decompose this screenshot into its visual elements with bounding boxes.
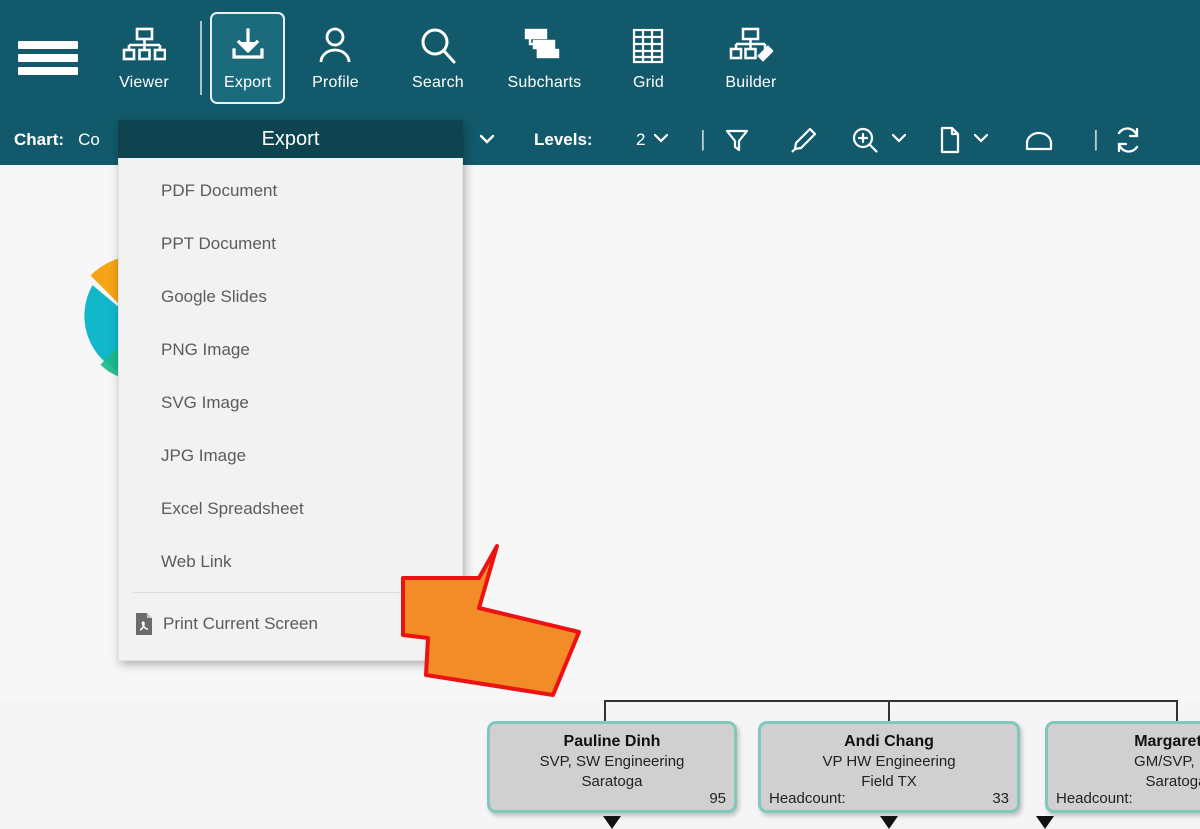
refresh-icon[interactable] xyxy=(1112,123,1144,157)
menu-item-pdf-document[interactable]: PDF Document xyxy=(119,164,462,217)
node-name: Pauline Dinh xyxy=(563,733,661,750)
export-dropdown-menu: Export PDF Document PPT Document Google … xyxy=(118,120,463,661)
node-headcount-label: Headcount: xyxy=(769,790,846,807)
node-expand-caret-icon[interactable] xyxy=(1036,816,1054,829)
toolbar-item-label: Grid xyxy=(632,74,664,91)
toolbar-item-grid[interactable]: Grid xyxy=(598,14,698,102)
node-headcount-label: Headcount: xyxy=(1056,790,1133,807)
chart-selector-chevron-down-icon[interactable] xyxy=(478,132,496,149)
node-location: Field TX xyxy=(861,773,917,790)
node-headcount-value: 95 xyxy=(709,790,726,807)
hide-icon[interactable] xyxy=(1022,123,1056,157)
menu-item-excel-spreadsheet[interactable]: Excel Spreadsheet xyxy=(119,482,462,535)
subcharts-icon xyxy=(522,23,566,69)
node-footer: Headcount: xyxy=(1048,790,1200,807)
node-headcount-value: 33 xyxy=(992,790,1009,807)
export-dropdown-header: Export xyxy=(118,120,463,158)
toolbar-divider: | xyxy=(700,126,706,151)
node-name: Margaret B xyxy=(1134,733,1200,750)
toolbar-item-search[interactable]: Search xyxy=(385,14,490,102)
toolbar-item-label: Viewer xyxy=(119,74,169,91)
levels-label: Levels: xyxy=(534,130,593,149)
zoom-in-icon[interactable] xyxy=(850,123,880,157)
toolbar-divider xyxy=(200,20,202,95)
toolbar-item-profile[interactable]: Profile xyxy=(285,14,385,102)
menu-item-google-slides[interactable]: Google Slides xyxy=(119,270,462,323)
menu-item-label: Google Slides xyxy=(161,286,267,306)
org-chart-icon xyxy=(122,23,166,69)
builder-icon xyxy=(729,23,773,69)
menu-item-label: SVG Image xyxy=(161,392,249,412)
pdf-file-icon xyxy=(133,611,155,637)
connector-vertical-1 xyxy=(604,700,606,722)
menu-item-label: PPT Document xyxy=(161,233,276,253)
page-icon[interactable] xyxy=(936,123,964,157)
toolbar-item-export[interactable]: Export xyxy=(210,11,286,104)
menu-item-png-image[interactable]: PNG Image xyxy=(119,323,462,376)
highlighter-icon[interactable] xyxy=(788,123,818,157)
node-footer: Headcount: 33 xyxy=(761,790,1017,807)
org-node-card[interactable]: Pauline Dinh SVP, SW Engineering Saratog… xyxy=(487,721,737,829)
toolbar-item-label: Builder xyxy=(725,74,777,91)
main-toolbar: Viewer Export Profile Search Subcharts G… xyxy=(0,0,1200,115)
connector-horizontal xyxy=(605,700,1177,702)
toolbar-item-label: Export xyxy=(224,74,272,91)
connector-vertical-3 xyxy=(1176,700,1178,722)
toolbar-item-label: Profile xyxy=(312,74,359,91)
filter-icon[interactable] xyxy=(722,123,752,157)
toolbar-item-label: Search xyxy=(412,74,464,91)
org-node-card[interactable]: Margaret B GM/SVP, De Saratoga Headcount… xyxy=(1036,721,1200,829)
menu-item-label: PNG Image xyxy=(161,339,250,359)
menu-item-print-current-screen[interactable]: Print Current Screen xyxy=(119,597,462,650)
menu-item-web-link[interactable]: Web Link xyxy=(119,535,462,588)
toolbar-divider: | xyxy=(1093,126,1099,151)
menu-divider xyxy=(133,592,448,593)
toolbar-item-subcharts[interactable]: Subcharts xyxy=(490,14,598,102)
node-expand-caret-icon[interactable] xyxy=(603,816,621,829)
grid-icon xyxy=(626,23,670,69)
node-title: VP HW Engineering xyxy=(822,753,956,770)
menu-item-ppt-document[interactable]: PPT Document xyxy=(119,217,462,270)
hamburger-menu-button[interactable] xyxy=(0,0,96,115)
page-chevron-down-icon[interactable] xyxy=(972,131,990,149)
connector-vertical-2 xyxy=(888,700,890,722)
toolbar-item-viewer[interactable]: Viewer xyxy=(96,14,192,102)
toolbar-item-builder[interactable]: Builder xyxy=(698,14,803,102)
menu-item-jpg-image[interactable]: JPG Image xyxy=(119,429,462,482)
zoom-chevron-down-icon[interactable] xyxy=(890,131,908,149)
person-icon xyxy=(313,23,357,69)
node-location: Saratoga xyxy=(1145,773,1200,790)
menu-item-label: JPG Image xyxy=(161,445,247,465)
node-footer: 95 xyxy=(490,790,734,807)
menu-item-label: Excel Spreadsheet xyxy=(161,498,304,518)
levels-chevron-down-icon[interactable] xyxy=(652,131,670,149)
toolbar-item-label: Subcharts xyxy=(507,74,582,91)
hamburger-icon xyxy=(18,36,78,80)
levels-value[interactable]: 2 xyxy=(636,130,645,150)
chart-label: Chart: xyxy=(14,130,65,149)
node-location: Saratoga xyxy=(581,773,643,790)
menu-item-svg-image[interactable]: SVG Image xyxy=(119,376,462,429)
download-icon xyxy=(226,23,270,69)
magnifier-icon xyxy=(416,23,460,69)
export-dropdown-title: Export xyxy=(261,127,320,150)
export-dropdown-panel: PDF Document PPT Document Google Slides … xyxy=(118,158,463,661)
node-name: Andi Chang xyxy=(844,733,934,750)
menu-item-label: PDF Document xyxy=(161,180,278,200)
node-title: GM/SVP, De xyxy=(1134,753,1200,770)
menu-item-label: Print Current Screen xyxy=(163,613,318,633)
menu-item-label: Web Link xyxy=(161,551,232,571)
node-expand-caret-icon[interactable] xyxy=(880,816,898,829)
node-title: SVP, SW Engineering xyxy=(539,753,685,770)
org-node-card[interactable]: Andi Chang VP HW Engineering Field TX He… xyxy=(758,721,1020,829)
